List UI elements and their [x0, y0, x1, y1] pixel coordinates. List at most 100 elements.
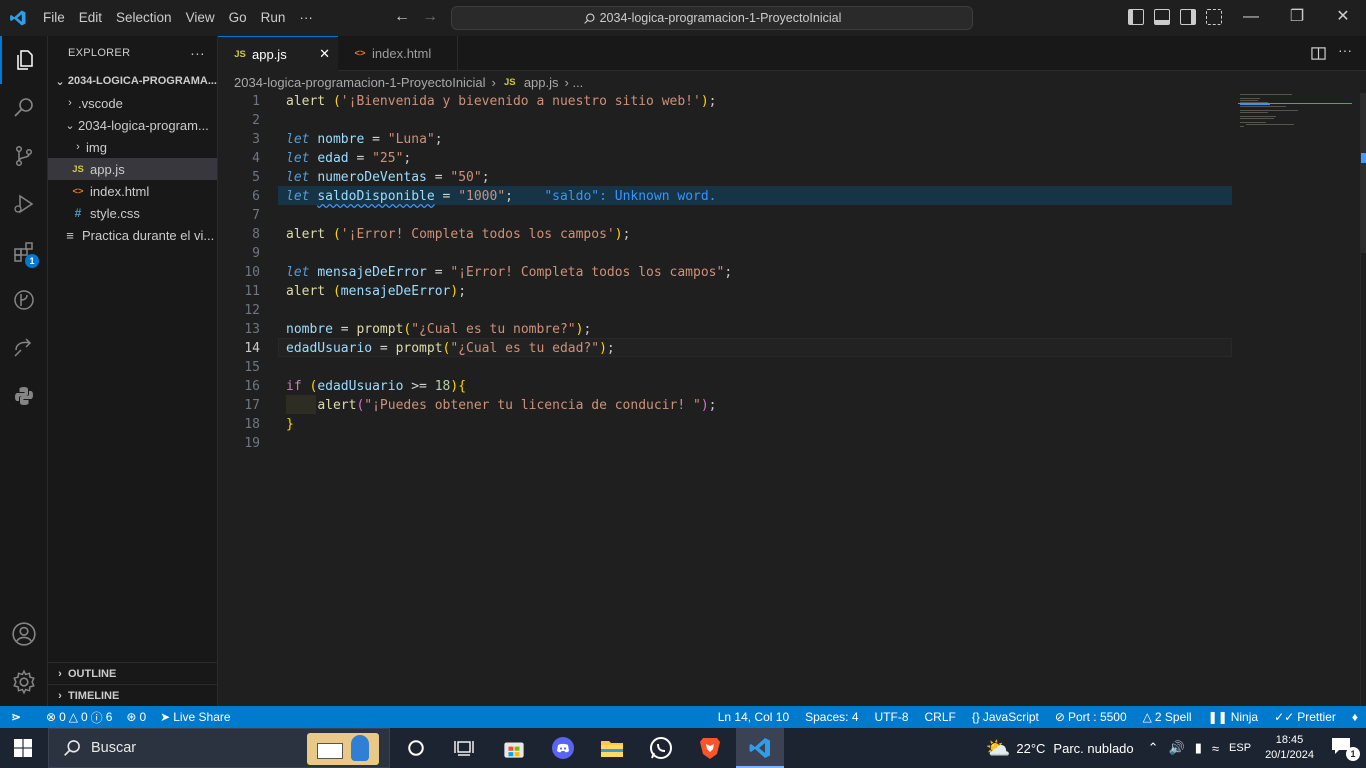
- python-icon[interactable]: [0, 372, 48, 420]
- menu-edit[interactable]: Edit: [72, 0, 109, 36]
- extensions-icon[interactable]: 1: [0, 228, 48, 276]
- explorer-more-actions[interactable]: ···: [190, 45, 205, 61]
- remote-indicator-icon[interactable]: ⋗: [0, 706, 32, 728]
- workspace-root-folder[interactable]: ⌄ 2034-LOGICA-PROGRAMA...: [48, 70, 217, 92]
- live-server-port[interactable]: ⊘ Port : 5500: [1055, 710, 1127, 724]
- menu-file[interactable]: File: [36, 0, 72, 36]
- file-explorer-icon[interactable]: [598, 734, 626, 762]
- activity-bar: 1: [0, 36, 48, 706]
- tree-item-index-html[interactable]: <> index.html: [48, 180, 217, 202]
- timeline-section[interactable]: › TIMELINE: [48, 684, 217, 706]
- chevron-right-icon: ›: [68, 97, 72, 109]
- spell-checker[interactable]: △ 2 Spell: [1143, 710, 1192, 724]
- breadcrumb-file[interactable]: app.js: [524, 75, 559, 90]
- breadcrumb-separator: ›: [491, 74, 496, 90]
- tree-item-style-css[interactable]: # style.css: [48, 202, 217, 224]
- settings-gear-icon[interactable]: [0, 658, 48, 706]
- problems-indicator[interactable]: ⊗ 0 △ 0 ⓘ 6: [46, 709, 112, 726]
- chevron-up-icon[interactable]: ⌃: [1148, 740, 1159, 756]
- task-view-icon[interactable]: [450, 734, 478, 762]
- run-debug-icon[interactable]: [0, 180, 48, 228]
- git-graph-icon[interactable]: [0, 276, 48, 324]
- line-number: 3: [252, 132, 260, 147]
- breadcrumb-folder[interactable]: 2034-logica-programacion-1-ProyectoInici…: [234, 75, 485, 90]
- menu-more[interactable]: ···: [292, 0, 320, 36]
- weather-temp[interactable]: 22°C: [1016, 741, 1045, 756]
- line-number: 7: [252, 208, 260, 223]
- toggle-panel-icon[interactable]: [1154, 9, 1170, 25]
- tab-index-html[interactable]: <> index.html: [338, 36, 458, 71]
- vertical-scrollbar[interactable]: [1360, 93, 1366, 706]
- line-number: 18: [244, 417, 260, 432]
- line-number: 4: [252, 151, 260, 166]
- wifi-icon[interactable]: ≈: [1212, 741, 1219, 756]
- tab-app-js[interactable]: JS app.js ✕: [218, 36, 338, 71]
- prettier-label: Prettier: [1297, 710, 1336, 724]
- encoding[interactable]: UTF-8: [875, 710, 909, 724]
- warning-count: 0: [80, 710, 88, 724]
- windows-start-icon[interactable]: [0, 728, 46, 768]
- ports-indicator[interactable]: ⊛ 0: [126, 710, 146, 724]
- minimap[interactable]: [1238, 93, 1358, 153]
- taskbar-search-box[interactable]: Buscar: [48, 728, 390, 768]
- brave-browser-icon[interactable]: [696, 734, 724, 762]
- cursor-position[interactable]: Ln 14, Col 10: [718, 710, 789, 724]
- speaker-icon[interactable]: 🔊: [1169, 740, 1185, 756]
- minimize-button[interactable]: —: [1228, 0, 1274, 36]
- split-editor-icon[interactable]: [1311, 46, 1326, 66]
- indentation[interactable]: Spaces: 4: [805, 710, 858, 724]
- weather-icon[interactable]: ⛅: [985, 736, 1010, 761]
- breadcrumb-more[interactable]: › ...: [565, 75, 584, 90]
- remote-explorer-icon[interactable]: [0, 324, 48, 372]
- menu-selection[interactable]: Selection: [109, 0, 179, 36]
- toggle-secondary-sidebar-icon[interactable]: [1180, 9, 1196, 25]
- tree-item-vscode[interactable]: › .vscode: [48, 92, 217, 114]
- forward-arrow-icon[interactable]: →: [422, 8, 438, 26]
- source-control-icon[interactable]: [0, 132, 48, 180]
- notification-center-icon[interactable]: 1: [1328, 733, 1360, 763]
- menu-run[interactable]: Run: [254, 0, 293, 36]
- status-bar: ⋗ ⊗ 0 △ 0 ⓘ 6 ⊛ 0 ➤ Live Share Ln 14, Col 10 …: [0, 706, 1366, 728]
- menu-go[interactable]: Go: [222, 0, 254, 36]
- clock[interactable]: 18:45 20/1/2024: [1265, 733, 1314, 763]
- explorer-icon[interactable]: [0, 36, 48, 84]
- editor-more-actions[interactable]: ···: [1338, 42, 1352, 58]
- live-share-button[interactable]: ➤ Live Share: [160, 710, 230, 724]
- outline-section[interactable]: › OUTLINE: [48, 662, 217, 684]
- account-icon[interactable]: [0, 610, 48, 658]
- whatsapp-icon[interactable]: [647, 734, 675, 762]
- tree-item-practica[interactable]: ≡ Practica durante el vi...: [48, 224, 217, 246]
- prettier-status[interactable]: ✓✓ Prettier: [1274, 710, 1336, 724]
- menu-view[interactable]: View: [179, 0, 222, 36]
- tree-item-app-js[interactable]: JS app.js: [48, 158, 217, 180]
- input-language[interactable]: ESP: [1229, 742, 1251, 754]
- close-icon[interactable]: ✕: [319, 46, 330, 62]
- toggle-primary-sidebar-icon[interactable]: [1128, 9, 1144, 25]
- vim-mode[interactable]: ❚❚ Ninja: [1208, 710, 1258, 724]
- end-of-line[interactable]: CRLF: [925, 710, 956, 724]
- css-file-icon: #: [74, 206, 82, 220]
- js-file-icon: JS: [504, 76, 516, 88]
- microsoft-store-icon[interactable]: [500, 734, 528, 762]
- scrollbar-thumb[interactable]: [1361, 93, 1366, 253]
- tree-item-img[interactable]: › img: [48, 136, 217, 158]
- search-icon[interactable]: [0, 84, 48, 132]
- cortana-icon[interactable]: [402, 734, 430, 762]
- weather-desc[interactable]: Parc. nublado: [1053, 741, 1133, 756]
- windows-taskbar: Buscar ⛅ 22°C Parc. nublado ⌃ 🔊 ▮ ≈ ESP: [0, 728, 1366, 768]
- command-center[interactable]: 2034-logica-programacion-1-ProyectoInici…: [451, 6, 973, 30]
- discord-icon[interactable]: [549, 734, 577, 762]
- close-window-button[interactable]: ✕: [1320, 0, 1366, 36]
- language-mode[interactable]: {} JavaScript: [972, 710, 1039, 724]
- battery-icon[interactable]: ▮: [1195, 740, 1202, 756]
- customize-layout-icon[interactable]: [1206, 9, 1222, 25]
- tree-item-subfolder[interactable]: ⌄ 2034-logica-program...: [48, 114, 217, 136]
- vscode-taskbar-button[interactable]: [736, 728, 784, 768]
- code-editor[interactable]: 1 2 3 4 5 6 7 8 9 10 11 12 13 14 15 16 17 18 19 alert ('¡B…: [218, 93, 1366, 706]
- clock-date: 20/1/2024: [1265, 749, 1314, 761]
- code-line: nombre = prompt("¿Cual es tu nombre?");: [286, 322, 592, 337]
- back-arrow-icon[interactable]: ←: [394, 8, 410, 26]
- restore-button[interactable]: ❐: [1274, 0, 1320, 36]
- no-entry-icon: ⊘: [1054, 710, 1065, 724]
- notifications-bell-icon[interactable]: ♦: [1352, 710, 1358, 724]
